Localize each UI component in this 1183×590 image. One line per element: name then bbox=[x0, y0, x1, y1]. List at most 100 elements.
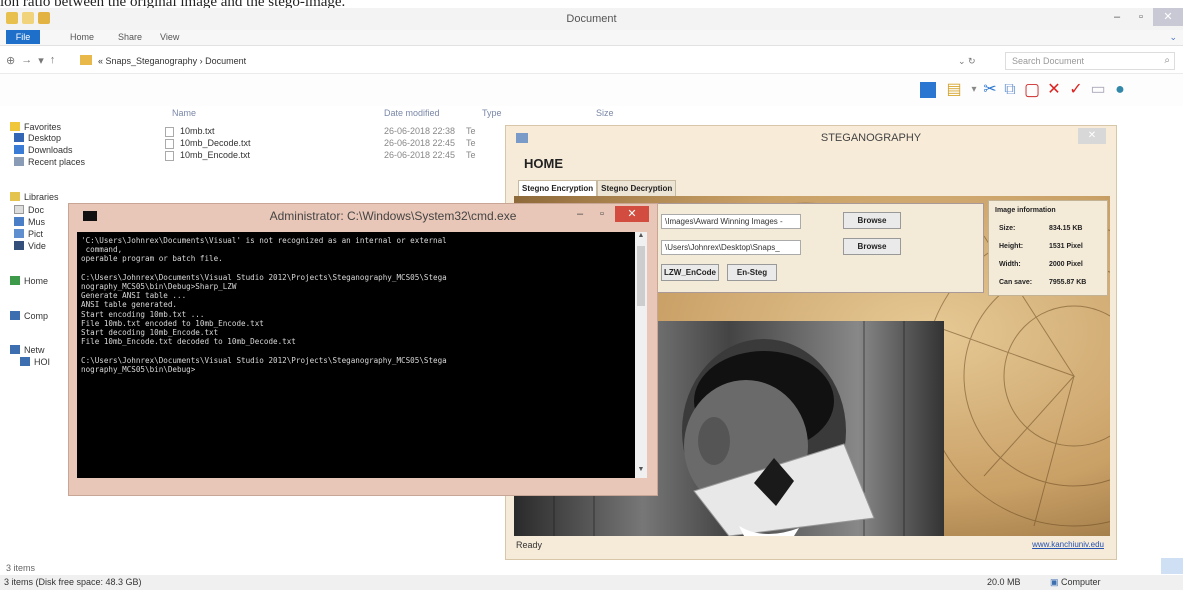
scroll-thumb[interactable] bbox=[637, 246, 645, 306]
search-icon: ⌕ bbox=[1164, 55, 1170, 66]
recent-dropdown-icon[interactable]: ▾ bbox=[38, 54, 44, 67]
status-ready: Ready bbox=[516, 540, 543, 550]
nav-label: Downloads bbox=[28, 145, 73, 155]
network-icon bbox=[10, 345, 20, 354]
copy-icon[interactable]: ⧉ bbox=[1002, 82, 1018, 98]
tab-stegno-decryption[interactable]: Stegno Decryption bbox=[597, 180, 677, 196]
tab-stegno-encryption[interactable]: Stegno Encryption bbox=[518, 180, 598, 196]
network-computer-icon bbox=[20, 357, 30, 366]
minimize-icon[interactable]: – bbox=[1105, 8, 1129, 26]
nav-recent-places[interactable]: Recent places bbox=[14, 157, 85, 167]
nav-host[interactable]: HOI bbox=[20, 357, 50, 367]
rename-icon[interactable]: ✓ bbox=[1068, 82, 1084, 98]
en-steg-button[interactable]: En-Steg bbox=[727, 264, 777, 281]
paste-icon[interactable]: ▢ bbox=[1024, 81, 1040, 98]
tab-share[interactable]: Share bbox=[118, 32, 142, 42]
chevron-down-icon[interactable]: ⌄ bbox=[1169, 32, 1177, 43]
text-path-input[interactable]: \Users\Johnrex\Desktop\Snaps_ bbox=[661, 240, 801, 255]
column-header-date[interactable]: Date modified bbox=[384, 108, 440, 118]
forward-icon[interactable]: → bbox=[21, 54, 32, 67]
console-line: 'C:\Users\Johnrex\Documents\Visual' is n… bbox=[81, 236, 447, 245]
search-input[interactable]: Search Document ⌕ bbox=[1005, 52, 1175, 70]
cmd-window-controls: – ▫ ✕ bbox=[571, 206, 649, 222]
back-icon[interactable]: ⊕ bbox=[6, 54, 15, 67]
image-path-input[interactable]: \Images\Award Winning Images - bbox=[661, 214, 801, 229]
lzw-encode-button[interactable]: LZW_EnCode bbox=[661, 264, 719, 281]
browse-text-button[interactable]: Browse bbox=[843, 238, 901, 255]
preview-pane-icon[interactable] bbox=[920, 82, 936, 98]
nav-homegroup[interactable]: Home bbox=[10, 276, 48, 286]
width-value: 2000 Pixel bbox=[1049, 261, 1083, 268]
new-folder-icon[interactable]: ▭ bbox=[1090, 82, 1106, 98]
scroll-up-icon[interactable]: ▲ bbox=[635, 232, 647, 244]
documents-icon bbox=[14, 205, 24, 214]
close-icon[interactable]: ✕ bbox=[1078, 128, 1106, 144]
column-header-name[interactable]: Name bbox=[172, 108, 196, 118]
downloads-icon bbox=[14, 145, 24, 154]
info-header: Image information bbox=[995, 207, 1056, 214]
ribbon-tabs: File Home Share View ⌄ bbox=[0, 30, 1183, 46]
command-prompt-window: Administrator: C:\Windows\System32\cmd.e… bbox=[68, 203, 658, 496]
console-scrollbar[interactable]: ▲ ▼ bbox=[635, 232, 647, 478]
tab-view[interactable]: View bbox=[160, 32, 179, 42]
computer-location: ▣ Computer bbox=[1050, 577, 1101, 588]
steg-titlebar: STEGANOGRAPHY ✕ bbox=[506, 126, 1116, 150]
console-line: Start decoding 10mb_Encode.txt bbox=[81, 328, 219, 338]
computer-icon bbox=[10, 311, 20, 320]
delete-icon[interactable]: ✕ bbox=[1046, 82, 1062, 98]
refresh-icon[interactable]: ⌄ ↻ bbox=[958, 56, 976, 67]
console-output[interactable]: 'C:\Users\Johnrex\Documents\Visual' is n… bbox=[77, 232, 647, 478]
nav-libraries[interactable]: Libraries bbox=[10, 192, 59, 202]
address-path[interactable]: « Snaps_Steganography › Document bbox=[98, 56, 246, 66]
up-icon[interactable]: ↑ bbox=[50, 54, 56, 67]
maximize-icon[interactable]: ▫ bbox=[1129, 8, 1153, 26]
website-link[interactable]: www.kanchiuniv.edu bbox=[1032, 540, 1104, 549]
can-save-label: Can save: bbox=[999, 279, 1033, 286]
nav-pictures[interactable]: Pict bbox=[14, 229, 43, 239]
nav-label: Recent places bbox=[28, 157, 86, 167]
nav-label: Comp bbox=[24, 311, 49, 321]
recent-places-icon bbox=[14, 157, 24, 166]
nav-label: Desktop bbox=[28, 133, 62, 143]
nav-label: Pict bbox=[28, 229, 44, 239]
close-icon[interactable]: ✕ bbox=[1153, 8, 1183, 26]
file-name: 10mb.txt bbox=[180, 126, 215, 136]
details-view-icon[interactable] bbox=[1161, 558, 1183, 574]
column-header-type[interactable]: Type bbox=[482, 108, 502, 118]
globe-icon[interactable]: ● bbox=[1112, 82, 1128, 98]
tab-file[interactable]: File bbox=[6, 30, 40, 44]
close-icon[interactable]: ✕ bbox=[615, 206, 649, 222]
image-information-panel: Image information Size: 834.15 KB Height… bbox=[988, 200, 1108, 296]
width-label: Width: bbox=[999, 261, 1021, 268]
nav-label: Doc bbox=[28, 205, 45, 215]
column-header-size[interactable]: Size bbox=[596, 108, 614, 118]
nav-downloads[interactable]: Downloads bbox=[14, 145, 73, 155]
file-type: Te bbox=[466, 126, 476, 136]
maximize-icon[interactable]: ▫ bbox=[593, 208, 611, 220]
scroll-down-icon[interactable]: ▼ bbox=[635, 466, 647, 478]
computer-label: Computer bbox=[1061, 577, 1101, 587]
browse-image-button[interactable]: Browse bbox=[843, 212, 901, 229]
command-toolbar: ▤ ▾ ✂ ⧉ ▢ ✕ ✓ ▭ ● bbox=[0, 74, 1183, 106]
nav-favorites[interactable]: Favorites bbox=[10, 122, 61, 132]
item-count: 3 items bbox=[6, 563, 36, 573]
nav-videos[interactable]: Vide bbox=[14, 241, 46, 251]
minimize-icon[interactable]: – bbox=[571, 208, 589, 220]
size-label: Size: bbox=[999, 225, 1016, 232]
properties-icon[interactable]: ▤ bbox=[946, 82, 962, 98]
tab-home[interactable]: Home bbox=[70, 32, 94, 42]
selection-size: 20.0 MB bbox=[987, 577, 1021, 587]
file-type: Te bbox=[466, 138, 476, 148]
dropdown-icon[interactable]: ▾ bbox=[966, 82, 982, 98]
homegroup-icon bbox=[10, 276, 20, 285]
window-title: Document bbox=[566, 13, 617, 25]
nav-documents[interactable]: Doc bbox=[14, 205, 44, 215]
nav-desktop[interactable]: Desktop bbox=[14, 133, 61, 143]
cut-icon[interactable]: ✂ bbox=[982, 82, 998, 98]
nav-computer[interactable]: Comp bbox=[10, 311, 48, 321]
nav-label: HOI bbox=[34, 357, 51, 367]
nav-music[interactable]: Mus bbox=[14, 217, 45, 227]
steg-window-title: STEGANOGRAPHY bbox=[820, 132, 922, 144]
cmd-window-title: Administrator: C:\Windows\System32\cmd.e… bbox=[269, 209, 517, 223]
nav-network[interactable]: Netw bbox=[10, 345, 45, 355]
